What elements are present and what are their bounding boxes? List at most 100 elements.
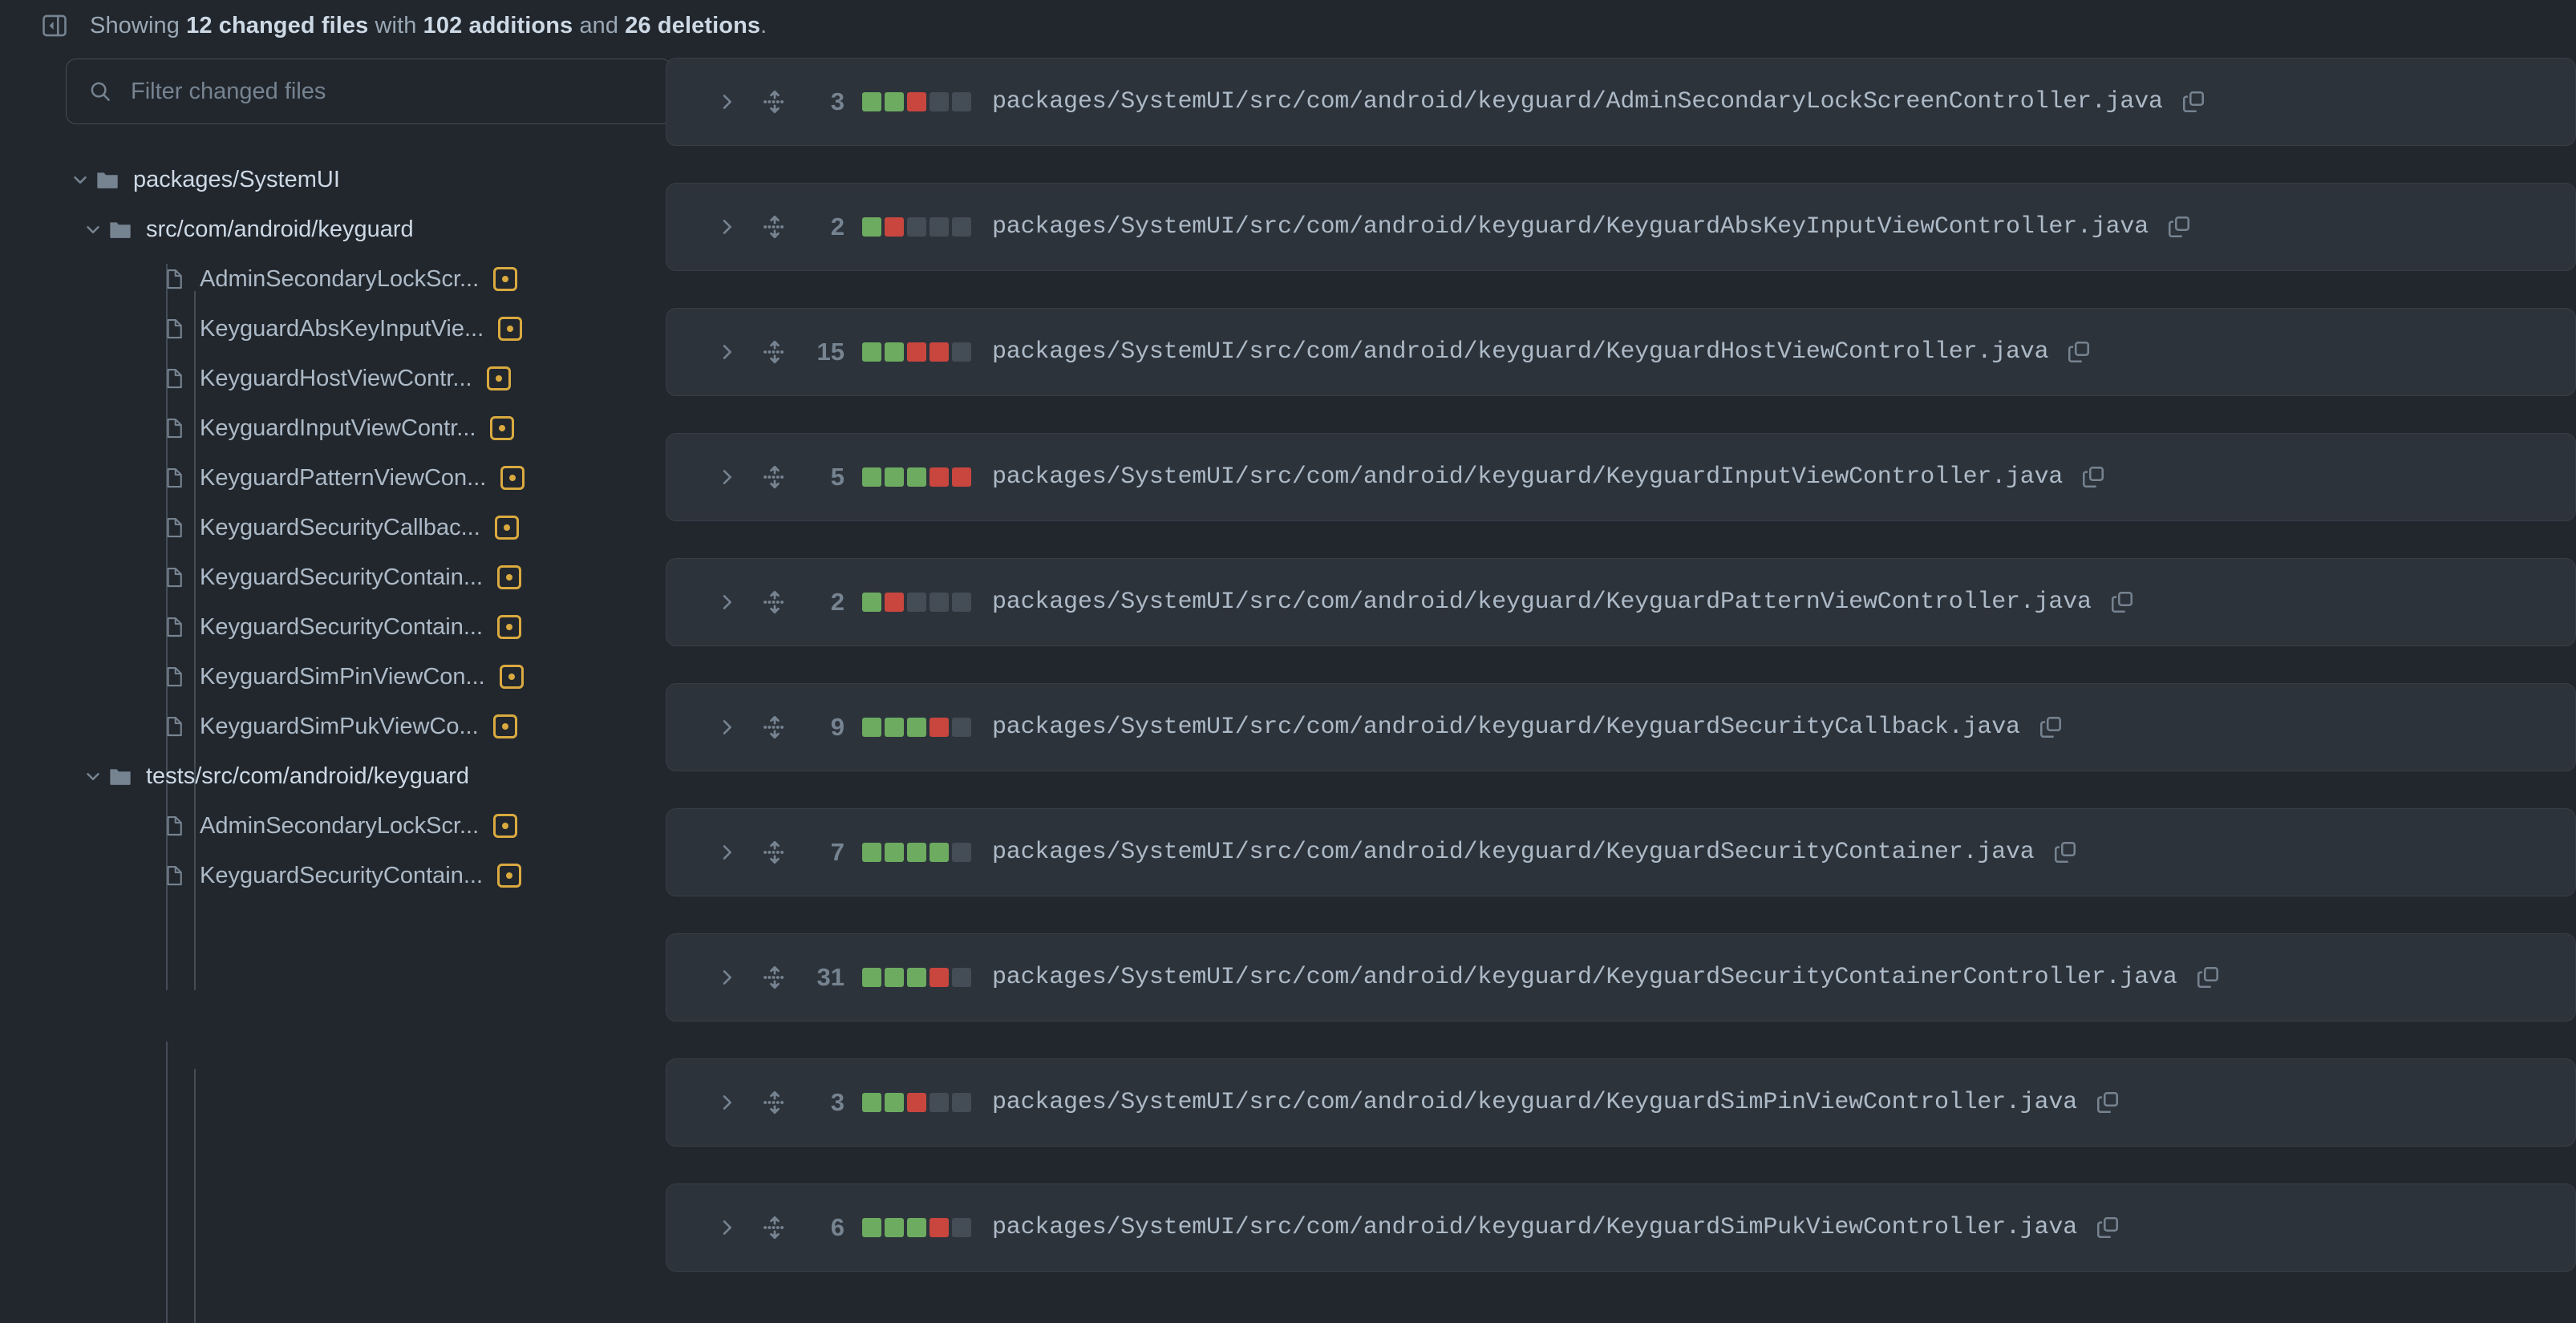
diff-stat-square-non <box>952 92 971 111</box>
diff-stat-square-del <box>885 217 904 237</box>
file-path[interactable]: packages/SystemUI/src/com/android/keygua… <box>992 589 2092 616</box>
copy-path-icon[interactable] <box>2080 464 2106 490</box>
copy-path-icon[interactable] <box>2052 840 2078 865</box>
tree-file-label: KeyguardSimPinViewCon... <box>200 663 485 690</box>
tree-file-row[interactable]: KeyguardSecurityContain... <box>66 552 666 602</box>
tree-folder-row[interactable]: tests/src/com/android/keyguard <box>66 751 666 801</box>
diff-stat-square-del <box>907 92 926 111</box>
chevron-right-icon[interactable] <box>713 966 740 989</box>
diff-stat-square-non <box>930 217 949 237</box>
tree-file-row[interactable]: KeyguardSecurityCallbac... <box>66 503 666 552</box>
chevron-right-icon[interactable] <box>713 716 740 738</box>
file-path[interactable]: packages/SystemUI/src/com/android/keygua… <box>992 714 2020 741</box>
diff-stat-square-non <box>952 593 971 612</box>
changed-file-row[interactable]: 2 packages/SystemUI/src/com/android/keygu… <box>666 183 2576 271</box>
expand-vertical-icon[interactable] <box>761 839 788 866</box>
status-badge-modified <box>486 366 511 390</box>
diff-stat-square-non <box>952 718 971 737</box>
expand-vertical-icon[interactable] <box>761 589 788 616</box>
diff-stat-square-add <box>862 718 881 737</box>
status-badge-modified <box>492 714 517 738</box>
tree-file-row[interactable]: AdminSecondaryLockScr... <box>66 801 666 851</box>
file-path[interactable]: packages/SystemUI/src/com/android/keygua… <box>992 213 2149 241</box>
diff-stat-square-add <box>862 968 881 987</box>
tree-file-row[interactable]: KeyguardSecurityContain... <box>66 851 666 900</box>
copy-path-icon[interactable] <box>2038 714 2064 740</box>
status-badge-modified <box>497 864 522 888</box>
changed-file-row[interactable]: 5 packages/SystemUI/src/com/android/keygu… <box>666 433 2576 521</box>
chevron-right-icon[interactable] <box>713 466 740 488</box>
tree-file-row[interactable]: KeyguardInputViewContr... <box>66 403 666 453</box>
tree-folder-row[interactable]: src/com/android/keyguard <box>66 204 666 254</box>
chevron-right-icon[interactable] <box>713 216 740 238</box>
chevron-down-icon[interactable] <box>79 219 107 240</box>
copy-path-icon[interactable] <box>2195 965 2221 990</box>
status-dot <box>507 326 514 332</box>
tree-file-row[interactable]: KeyguardSimPukViewCo... <box>66 702 666 751</box>
expand-vertical-icon[interactable] <box>761 338 788 366</box>
diff-stat-bar <box>862 217 971 237</box>
tree-file-row[interactable]: KeyguardSecurityContain... <box>66 602 666 652</box>
copy-path-icon[interactable] <box>2181 89 2206 115</box>
changed-file-row[interactable]: 2 packages/SystemUI/src/com/android/keygu… <box>666 558 2576 646</box>
expand-vertical-icon[interactable] <box>761 213 788 241</box>
file-path[interactable]: packages/SystemUI/src/com/android/keygua… <box>992 839 2035 866</box>
chevron-right-icon[interactable] <box>713 1216 740 1239</box>
chevron-right-icon[interactable] <box>713 341 740 363</box>
search-input[interactable] <box>67 59 671 123</box>
chevron-right-icon[interactable] <box>713 841 740 864</box>
chevron-down-icon[interactable] <box>79 766 107 787</box>
chevron-right-icon[interactable] <box>713 591 740 613</box>
tree-guide-line <box>166 1042 168 1323</box>
diff-stat-square-del <box>907 1093 926 1112</box>
summary-files-count: 12 changed files <box>186 12 369 38</box>
chevron-right-icon[interactable] <box>713 91 740 113</box>
changed-file-row[interactable]: 7 packages/SystemUI/src/com/android/keygu… <box>666 808 2576 896</box>
status-dot <box>502 276 509 282</box>
tree-file-row[interactable]: KeyguardSimPinViewCon... <box>66 652 666 702</box>
changed-file-row[interactable]: 3 packages/SystemUI/src/com/android/keygu… <box>666 1058 2576 1147</box>
file-path[interactable]: packages/SystemUI/src/com/android/keygua… <box>992 964 2177 991</box>
chevron-down-icon[interactable] <box>66 169 95 190</box>
filter-changed-files-box[interactable] <box>66 59 672 124</box>
file-path[interactable]: packages/SystemUI/src/com/android/keygua… <box>992 338 2048 366</box>
status-badge-modified <box>498 317 523 341</box>
file-icon <box>162 366 186 390</box>
tree-file-row[interactable]: KeyguardAbsKeyInputVie... <box>66 304 666 354</box>
copy-path-icon[interactable] <box>2095 1090 2120 1115</box>
chevron-right-icon[interactable] <box>713 1091 740 1114</box>
changed-file-row[interactable]: 3 packages/SystemUI/src/com/android/keygu… <box>666 58 2576 146</box>
file-icon <box>162 565 186 589</box>
changed-file-row[interactable]: 31 packages/SystemUI/src/com/android/keyg… <box>666 933 2576 1022</box>
diff-stat-square-add <box>862 342 881 362</box>
expand-vertical-icon[interactable] <box>761 88 788 115</box>
changed-file-row[interactable]: 15 packages/SystemUI/src/com/android/keyg… <box>666 308 2576 396</box>
expand-vertical-icon[interactable] <box>761 1089 788 1116</box>
tree-file-row[interactable]: KeyguardPatternViewCon... <box>66 453 666 503</box>
sidebar-collapse-icon[interactable] <box>38 10 71 42</box>
expand-vertical-icon[interactable] <box>761 1214 788 1241</box>
changed-file-row[interactable]: 9 packages/SystemUI/src/com/android/keygu… <box>666 683 2576 771</box>
diff-stat-bar <box>862 467 971 487</box>
file-path[interactable]: packages/SystemUI/src/com/android/keygua… <box>992 1089 2077 1116</box>
copy-path-icon[interactable] <box>2109 589 2135 615</box>
diff-stat-square-non <box>952 968 971 987</box>
copy-path-icon[interactable] <box>2166 214 2192 240</box>
file-path[interactable]: packages/SystemUI/src/com/android/keygua… <box>992 463 2063 491</box>
tree-file-row[interactable]: AdminSecondaryLockScr... <box>66 254 666 304</box>
expand-vertical-icon[interactable] <box>761 714 788 741</box>
copy-path-icon[interactable] <box>2066 339 2092 365</box>
expand-vertical-icon[interactable] <box>761 463 788 491</box>
file-path[interactable]: packages/SystemUI/src/com/android/keygua… <box>992 1214 2077 1241</box>
file-path[interactable]: packages/SystemUI/src/com/android/keygua… <box>992 88 2163 115</box>
diff-stat-square-add <box>907 968 926 987</box>
changed-file-row[interactable]: 6 packages/SystemUI/src/com/android/keygu… <box>666 1183 2576 1272</box>
copy-path-icon[interactable] <box>2095 1215 2120 1240</box>
tree-folder-row[interactable]: packages/SystemUI <box>66 155 666 204</box>
file-icon <box>162 814 186 838</box>
tree-file-label: KeyguardSimPukViewCo... <box>200 713 479 739</box>
expand-vertical-icon[interactable] <box>761 964 788 991</box>
folder-icon <box>107 216 133 242</box>
tree-file-row[interactable]: KeyguardHostViewContr... <box>66 354 666 403</box>
diff-stat-square-add <box>907 467 926 487</box>
